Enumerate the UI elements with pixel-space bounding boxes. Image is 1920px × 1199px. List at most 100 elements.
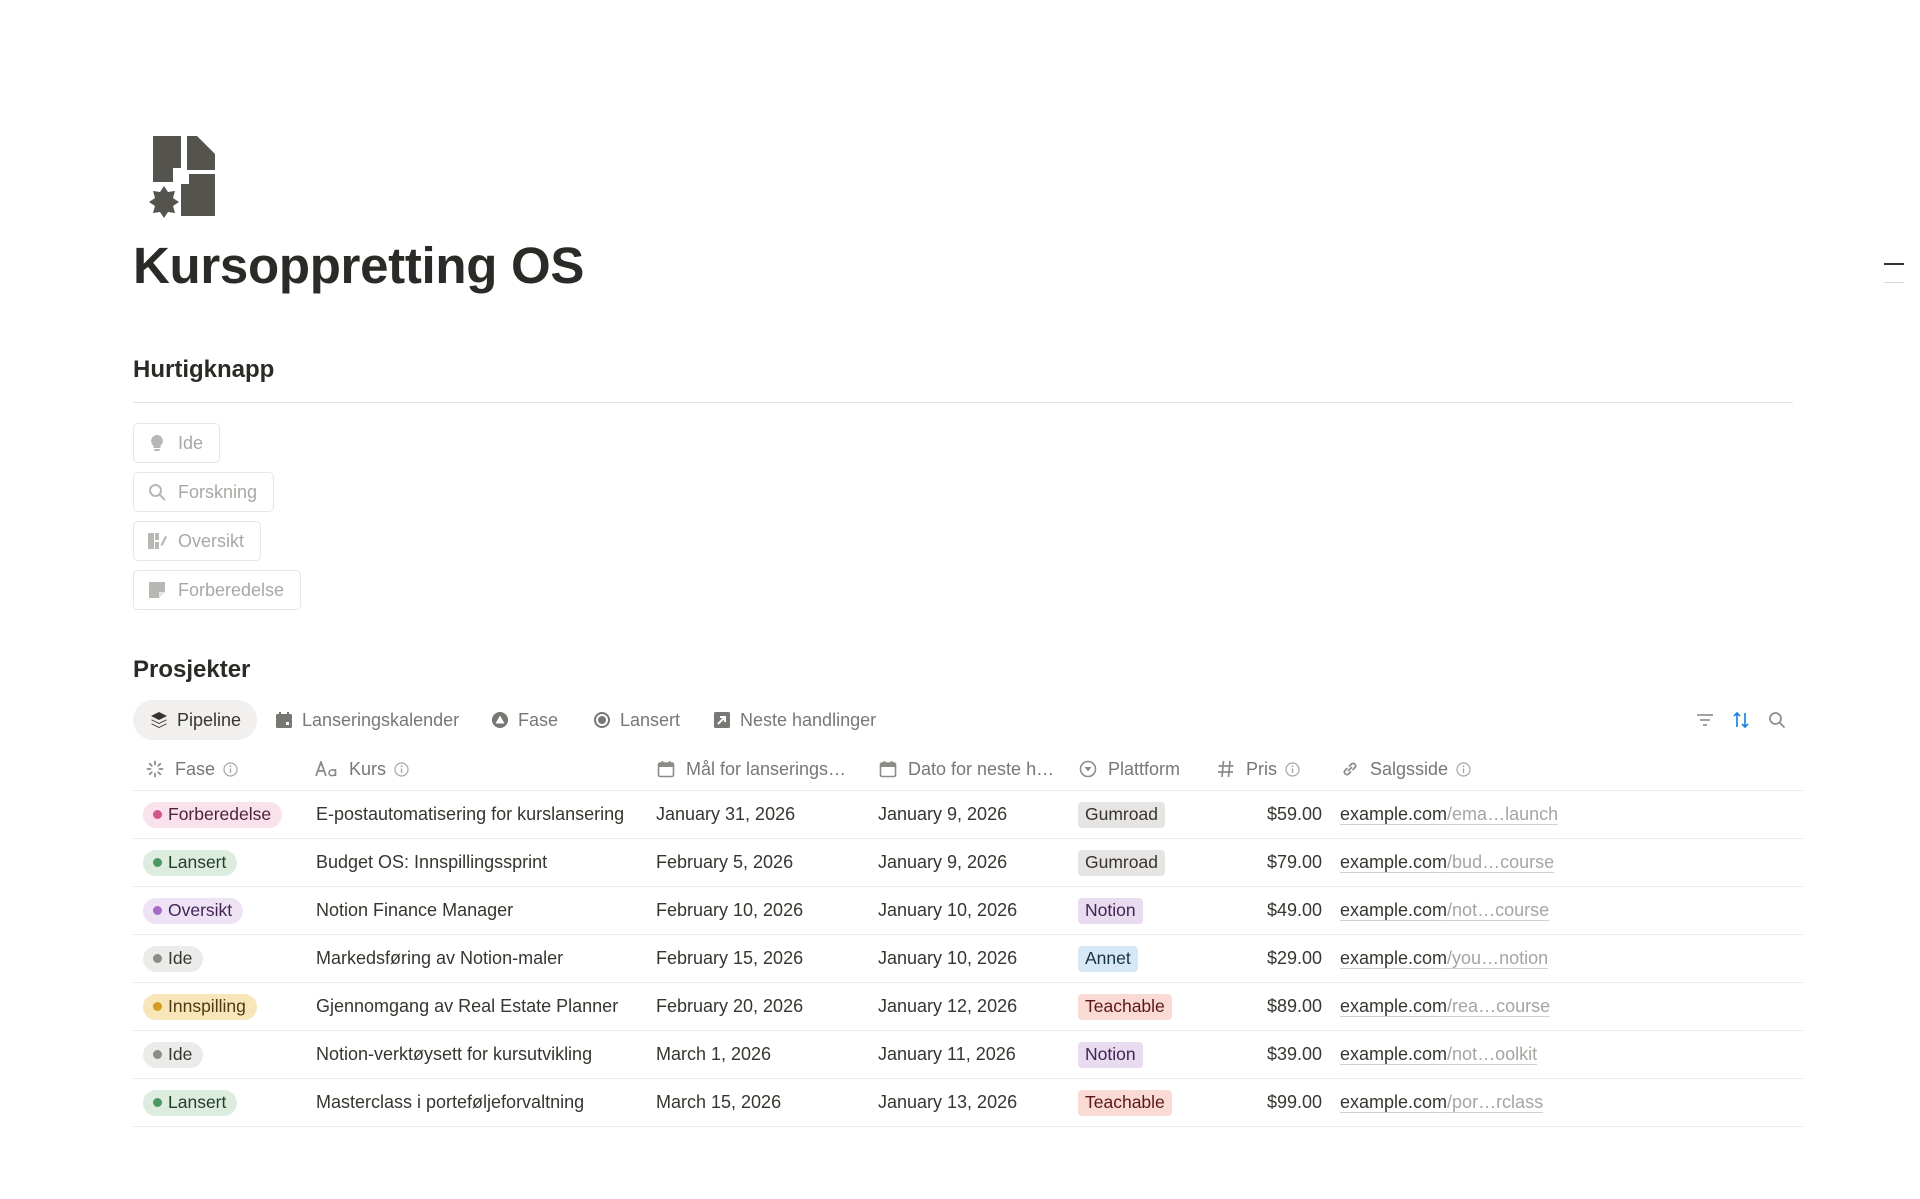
platform-tag[interactable]: Notion bbox=[1078, 897, 1143, 924]
sort-icon[interactable] bbox=[1731, 710, 1751, 730]
launch-target-date[interactable]: March 15, 2026 bbox=[656, 1079, 781, 1126]
next-action-date[interactable]: January 13, 2026 bbox=[878, 1079, 1017, 1126]
link-domain: example.com bbox=[1340, 948, 1448, 968]
quick-button-oversikt[interactable]: Oversikt bbox=[133, 521, 262, 561]
course-title[interactable]: Notion-verktøysett for kursutvikling bbox=[316, 1031, 592, 1078]
tab-lanseringskalender[interactable]: Lanseringskalender bbox=[274, 700, 459, 740]
price[interactable]: $99.00 bbox=[1216, 1079, 1322, 1126]
price[interactable]: $39.00 bbox=[1216, 1031, 1322, 1078]
next-action-date[interactable]: January 10, 2026 bbox=[878, 935, 1017, 982]
table-row[interactable]: Lansert Masterclass i porteføljeforvaltn… bbox=[133, 1079, 1803, 1127]
launch-target-date[interactable]: February 20, 2026 bbox=[656, 983, 803, 1030]
projects-heading: Prosjekter bbox=[133, 656, 251, 683]
next-action-date[interactable]: January 9, 2026 bbox=[878, 791, 1007, 838]
column-header-fase[interactable]: Fase bbox=[145, 748, 238, 790]
table-row[interactable]: Oversikt Notion Finance Manager February… bbox=[133, 887, 1803, 935]
next-action-date[interactable]: January 10, 2026 bbox=[878, 887, 1017, 934]
tab-pipeline[interactable]: Pipeline bbox=[133, 700, 258, 740]
number-icon bbox=[1216, 759, 1236, 779]
tab-label: Lansert bbox=[620, 709, 681, 730]
tab-lansert[interactable]: Lansert bbox=[592, 700, 680, 740]
status-badge[interactable]: Oversikt bbox=[143, 897, 244, 924]
course-title[interactable]: Masterclass i porteføljeforvaltning bbox=[316, 1079, 584, 1126]
platform-tag[interactable]: Notion bbox=[1078, 1041, 1143, 1068]
quick-button-forberedelse[interactable]: Forberedelse bbox=[133, 570, 302, 610]
course-puzzle-icon[interactable] bbox=[145, 134, 217, 218]
price[interactable]: $49.00 bbox=[1216, 887, 1322, 934]
link-domain: example.com bbox=[1340, 852, 1448, 872]
quick-button-ide[interactable]: Ide bbox=[133, 423, 221, 463]
filter-icon[interactable] bbox=[1695, 710, 1715, 730]
column-label: Mål for lanserings… bbox=[686, 758, 847, 779]
sales-page-link[interactable]: example.com/bud…course bbox=[1340, 852, 1554, 873]
status-label: Ide bbox=[168, 1044, 193, 1064]
status-label: Lansert bbox=[168, 1092, 227, 1112]
status-badge[interactable]: Forberedelse bbox=[143, 801, 283, 828]
table-row[interactable]: Lansert Budget OS: Innspillingssprint Fe… bbox=[133, 839, 1803, 887]
status-badge[interactable]: Ide bbox=[143, 945, 204, 972]
link-domain: example.com bbox=[1340, 1092, 1448, 1112]
launch-target-date[interactable]: March 1, 2026 bbox=[656, 1031, 771, 1078]
platform-tag[interactable]: Gumroad bbox=[1078, 801, 1165, 828]
column-header-mal[interactable]: Mål for lanserings… bbox=[656, 748, 846, 790]
link-icon bbox=[1340, 759, 1360, 779]
calendar-icon bbox=[274, 710, 294, 730]
platform-tag[interactable]: Annet bbox=[1078, 945, 1138, 972]
tab-fase[interactable]: Fase bbox=[490, 700, 558, 740]
quick-button-label: Ide bbox=[178, 432, 204, 453]
course-title[interactable]: Markedsføring av Notion-maler bbox=[316, 935, 563, 982]
search-icon[interactable] bbox=[1767, 710, 1787, 730]
quick-button-forskning[interactable]: Forskning bbox=[133, 472, 275, 512]
platform-tag[interactable]: Teachable bbox=[1078, 993, 1172, 1020]
quick-buttons-heading: Hurtigknapp bbox=[133, 356, 275, 383]
launch-target-date[interactable]: February 15, 2026 bbox=[656, 935, 803, 982]
link-path: /not…course bbox=[1447, 900, 1550, 920]
sales-page-link[interactable]: example.com/not…oolkit bbox=[1340, 1044, 1537, 1065]
price[interactable]: $59.00 bbox=[1216, 791, 1322, 838]
table-row[interactable]: Ide Markedsføring av Notion-maler Februa… bbox=[133, 935, 1803, 983]
info-icon[interactable] bbox=[1284, 761, 1300, 777]
status-badge[interactable]: Lansert bbox=[143, 1089, 238, 1116]
info-icon[interactable] bbox=[393, 761, 409, 777]
course-title[interactable]: E-postautomatisering for kurslansering bbox=[316, 791, 624, 838]
table-row[interactable]: Innspilling Gjennomgang av Real Estate P… bbox=[133, 983, 1803, 1031]
next-action-date[interactable]: January 9, 2026 bbox=[878, 839, 1007, 886]
platform-tag[interactable]: Teachable bbox=[1078, 1089, 1172, 1116]
tab-neste-handlinger[interactable]: Neste handlinger bbox=[712, 700, 876, 740]
column-header-dato[interactable]: Dato for neste h… bbox=[878, 748, 1054, 790]
status-badge[interactable]: Lansert bbox=[143, 849, 238, 876]
outline-marker[interactable] bbox=[1884, 282, 1904, 283]
sales-page-link[interactable]: example.com/rea…course bbox=[1340, 996, 1550, 1017]
launch-target-date[interactable]: February 5, 2026 bbox=[656, 839, 793, 886]
table-row[interactable]: Ide Notion-verktøysett for kursutvikling… bbox=[133, 1031, 1803, 1079]
launch-target-date[interactable]: February 10, 2026 bbox=[656, 887, 803, 934]
sales-page-link[interactable]: example.com/you…notion bbox=[1340, 948, 1548, 969]
outline-marker[interactable] bbox=[1884, 263, 1904, 265]
price[interactable]: $29.00 bbox=[1216, 935, 1322, 982]
sales-page-link[interactable]: example.com/por…rclass bbox=[1340, 1092, 1543, 1113]
price[interactable]: $79.00 bbox=[1216, 839, 1322, 886]
status-label: Ide bbox=[168, 948, 193, 968]
info-icon[interactable] bbox=[222, 761, 238, 777]
course-title[interactable]: Budget OS: Innspillingssprint bbox=[316, 839, 547, 886]
next-action-date[interactable]: January 11, 2026 bbox=[878, 1031, 1016, 1078]
column-header-salgsside[interactable]: Salgsside bbox=[1340, 748, 1471, 790]
price[interactable]: $89.00 bbox=[1216, 983, 1322, 1030]
course-title[interactable]: Gjennomgang av Real Estate Planner bbox=[316, 983, 618, 1030]
next-action-date[interactable]: January 12, 2026 bbox=[878, 983, 1017, 1030]
course-title[interactable]: Notion Finance Manager bbox=[316, 887, 513, 934]
status-dot bbox=[153, 858, 162, 867]
status-dot bbox=[153, 1098, 162, 1107]
platform-tag[interactable]: Gumroad bbox=[1078, 849, 1165, 876]
column-header-pris[interactable]: Pris bbox=[1216, 748, 1300, 790]
sales-page-link[interactable]: example.com/not…course bbox=[1340, 900, 1549, 921]
status-badge[interactable]: Ide bbox=[143, 1041, 204, 1068]
launch-target-date[interactable]: January 31, 2026 bbox=[656, 791, 795, 838]
column-header-plattform[interactable]: Plattform bbox=[1078, 748, 1180, 790]
column-header-kurs[interactable]: Kurs bbox=[315, 748, 409, 790]
loading-status-icon bbox=[145, 759, 165, 779]
sales-page-link[interactable]: example.com/ema…launch bbox=[1340, 804, 1558, 825]
info-icon[interactable] bbox=[1455, 761, 1471, 777]
status-badge[interactable]: Innspilling bbox=[143, 993, 257, 1020]
table-row[interactable]: Forberedelse E-postautomatisering for ku… bbox=[133, 791, 1803, 839]
